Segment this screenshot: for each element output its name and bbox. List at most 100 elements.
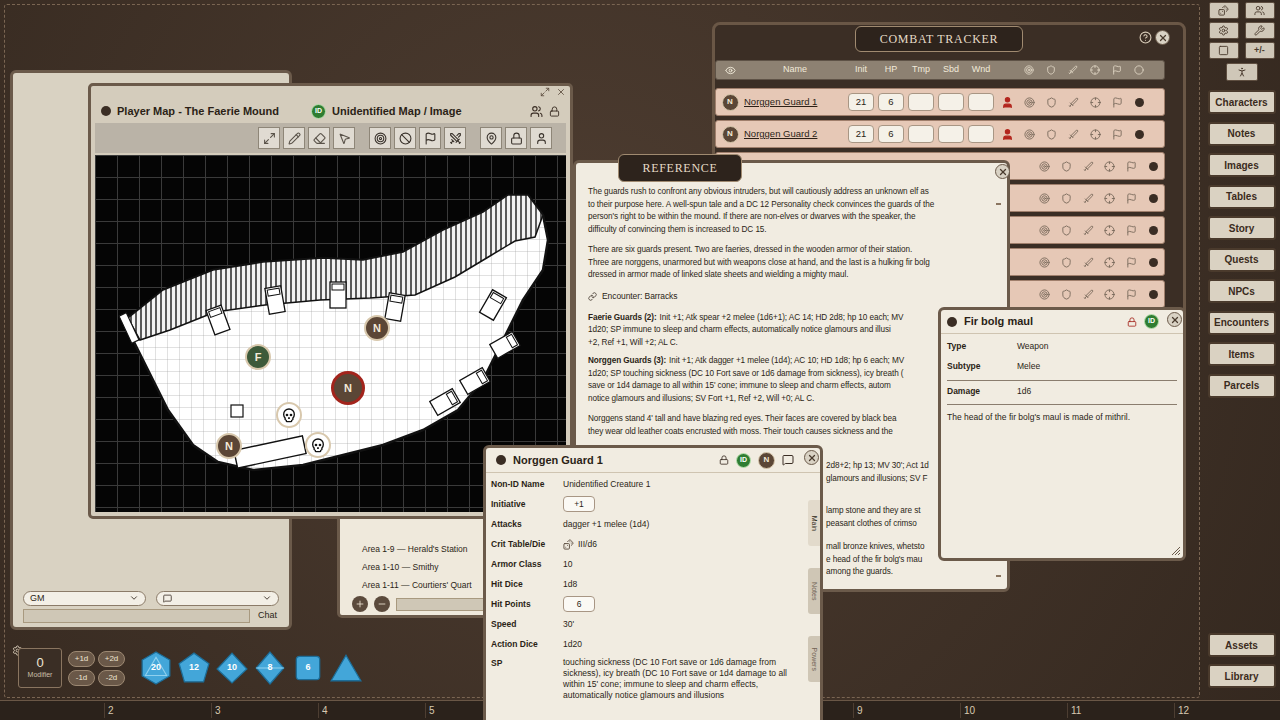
sidebar-button[interactable]: Parcels	[1208, 374, 1276, 398]
sidebar-button[interactable]: Items	[1208, 342, 1276, 366]
tracker-action-icon[interactable]	[1039, 193, 1050, 204]
hotkey-slot[interactable]: 4	[318, 703, 425, 718]
active-marker-icon[interactable]	[1135, 98, 1144, 107]
tracker-action-icon[interactable]	[1068, 129, 1079, 140]
hotkey-slot[interactable]: 9	[853, 703, 960, 718]
tracker-action-icon[interactable]	[1126, 161, 1137, 172]
tracker-row[interactable]: NNorggen Guard 2216	[715, 120, 1165, 148]
tracker-action-icon[interactable]	[1039, 225, 1050, 236]
tracker-value-box[interactable]	[908, 93, 934, 111]
tracker-action-icon[interactable]	[1061, 289, 1072, 300]
tracker-value-box[interactable]: 21	[848, 125, 874, 143]
tracker-action-icon[interactable]	[1090, 129, 1101, 140]
active-marker-icon[interactable]	[1149, 226, 1158, 235]
tracker-action-icon[interactable]	[1039, 161, 1050, 172]
faction-icon[interactable]	[1001, 128, 1014, 141]
sidebar-tool-button[interactable]	[1245, 22, 1275, 39]
lock-icon[interactable]	[1127, 317, 1137, 327]
tracker-action-icon[interactable]	[1104, 289, 1115, 300]
sidebar-button[interactable]: Quests	[1208, 248, 1276, 272]
zoom-button[interactable]: +/-	[1245, 42, 1275, 59]
id-badge[interactable]: ID	[736, 453, 751, 468]
sidebar-button[interactable]: Images	[1208, 153, 1276, 177]
field-value[interactable]: Weapon	[1017, 340, 1049, 353]
hotkey-slot[interactable]: 2	[104, 703, 211, 718]
sidebar-button[interactable]: Encounters	[1208, 311, 1276, 335]
id-badge[interactable]: ID	[311, 104, 326, 119]
close-button[interactable]	[995, 164, 1010, 179]
sidebar-button[interactable]: Characters	[1208, 90, 1276, 114]
tracker-value-box[interactable]	[938, 125, 964, 143]
tracker-value-box[interactable]: 6	[878, 93, 904, 111]
field-value[interactable]: 1d6	[1017, 385, 1031, 398]
map-token[interactable]: N	[216, 433, 242, 459]
sidebar-button[interactable]: Library	[1208, 664, 1276, 688]
faction-icon[interactable]	[1001, 96, 1014, 109]
map-tool-button[interactable]	[394, 127, 416, 149]
die[interactable]: 8	[253, 651, 287, 685]
tracker-action-icon[interactable]	[1126, 257, 1137, 268]
tracker-row[interactable]: N Norggen Guard 1216	[715, 88, 1165, 116]
tracker-action-icon[interactable]	[1083, 225, 1094, 236]
map-tool-button[interactable]	[308, 127, 330, 149]
side-tab[interactable]: Powers	[808, 636, 820, 682]
creature-token[interactable]: N	[758, 452, 775, 469]
active-marker-icon[interactable]	[1149, 258, 1158, 267]
modifier-box[interactable]: 0Modifier	[18, 648, 62, 688]
map-tool-button[interactable]	[333, 127, 355, 149]
sidebar-tool-button[interactable]	[1209, 22, 1239, 39]
lock-icon[interactable]	[719, 455, 729, 465]
field-value[interactable]: Unidentified Creature 1	[563, 478, 650, 491]
monster-token[interactable]	[276, 402, 302, 428]
map-tool-button[interactable]	[283, 127, 305, 149]
tracker-action-icon[interactable]	[1126, 193, 1137, 204]
player-view-button[interactable]	[1226, 63, 1258, 81]
tracker-value-box[interactable]	[908, 125, 934, 143]
active-marker-icon[interactable]	[1149, 162, 1158, 171]
field-value-box[interactable]: +1	[563, 496, 595, 512]
share-players-icon[interactable]	[530, 105, 543, 118]
creature-name[interactable]: Norggen Guard 1	[744, 95, 846, 109]
filter-field[interactable]	[396, 598, 486, 611]
creature-name[interactable]: Norggen Guard 2	[744, 127, 846, 141]
tracker-action-icon[interactable]	[1090, 97, 1101, 108]
tracker-action-icon[interactable]	[1039, 257, 1050, 268]
sidebar-button[interactable]: Tables	[1208, 185, 1276, 209]
tracker-value-box[interactable]: 21	[848, 93, 874, 111]
active-marker-icon[interactable]	[1149, 290, 1158, 299]
close-icon[interactable]	[556, 87, 566, 97]
tracker-action-icon[interactable]	[1083, 257, 1094, 268]
tracker-action-icon[interactable]	[1061, 193, 1072, 204]
side-tab[interactable]: Main	[808, 500, 820, 546]
tracker-action-icon[interactable]	[1061, 161, 1072, 172]
tracker-action-icon[interactable]	[1024, 97, 1035, 108]
hotkey-slot[interactable]: 11	[1067, 703, 1174, 718]
tracker-action-icon[interactable]	[1046, 97, 1057, 108]
tracker-action-icon[interactable]	[1039, 289, 1050, 300]
dice-modifier-button[interactable]: -2d	[98, 670, 125, 686]
tracker-token[interactable]: N	[722, 94, 739, 111]
help-icon[interactable]	[1139, 31, 1152, 44]
remove-button[interactable]	[374, 596, 390, 612]
field-value[interactable]: 30'	[563, 618, 574, 631]
hotkey-slot[interactable]: 10	[960, 703, 1067, 718]
field-value[interactable]: 1d20	[563, 638, 582, 651]
map-tool-button[interactable]	[419, 127, 441, 149]
speech-icon[interactable]	[782, 454, 794, 466]
resize-icon[interactable]	[540, 87, 550, 97]
sidebar-button[interactable]: Assets	[1208, 633, 1276, 657]
tracker-value-box[interactable]	[968, 93, 994, 111]
tracker-action-icon[interactable]	[1126, 225, 1137, 236]
active-marker-icon[interactable]	[1135, 130, 1144, 139]
dice-modifier-button[interactable]: +1d	[68, 651, 95, 667]
sidebar-tool-button[interactable]	[1209, 2, 1239, 19]
dice-modifier-button[interactable]: -1d	[68, 670, 95, 686]
tracker-token[interactable]: N	[722, 126, 739, 143]
tracker-action-icon[interactable]	[1112, 129, 1123, 140]
tracker-value-box[interactable]	[968, 125, 994, 143]
field-value[interactable]: Melee	[1017, 360, 1040, 373]
tracker-action-icon[interactable]	[1104, 193, 1115, 204]
encounter-link[interactable]: Encounter: Barracks	[588, 290, 987, 304]
sidebar-tool-button[interactable]	[1245, 2, 1275, 19]
close-button[interactable]	[804, 450, 819, 465]
